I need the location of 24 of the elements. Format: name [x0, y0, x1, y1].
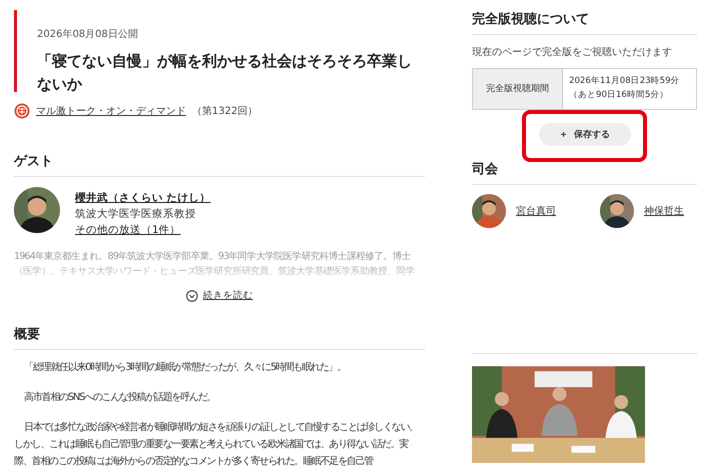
viewing-note: 現在のページで完全版をご視聴いただけます — [472, 46, 673, 59]
publish-date: 2026年08月08日公開 — [37, 28, 139, 41]
summary-paragraph: 「総理就任以来0時間から3時間の睡眠が常態だったが、久々に5時間も眠れた」。 — [23, 360, 347, 375]
summary-paragraph: 高市首相のSNSへのこんな投稿が話題を呼んだ。 — [23, 390, 216, 405]
guest-name-link[interactable]: 櫻井武（さくらい たけし） — [75, 191, 211, 205]
section-heading: 概要 — [14, 320, 425, 350]
guest-affiliation: 筑波大学医学医療系教授 — [75, 207, 197, 221]
episode-number: （第1322回） — [192, 105, 258, 118]
chevron-down-icon — [186, 290, 198, 302]
other-broadcasts-link[interactable]: その他の放送（1件） — [75, 223, 211, 237]
section-heading: 司会 — [472, 160, 697, 185]
read-more-link[interactable]: 続きを読む — [186, 289, 253, 302]
program-link[interactable]: マル激トーク・オン・ディマンド — [36, 104, 186, 118]
article-title: 「寝てない自慢」が幅を利かせる社会はそろそろ卒業しないか — [37, 51, 413, 95]
period-value: 2026年11月08日23時59分 （あと90日16時間5分） — [568, 75, 681, 102]
period-label: 完全版視聴期間 — [473, 69, 563, 109]
summary-paragraph: 日本では多忙な政治家や経営者が睡眠時間の短さを頑張りの証しとして自慢することは珍しくない。しかし、これは睡眠も自己管理の重要な一要素と考えられている欧米諸国では、あり得ない話だ。実際、首相のこの投稿には海外からの否定的なコメントが多く寄せられた。睡眠不足を自己管 — [14, 420, 419, 469]
save-button[interactable]: ＋ 保存する — [538, 123, 630, 146]
section-heading: 完全版視聴について — [472, 10, 697, 35]
program-logo-icon — [14, 103, 30, 119]
host-name-link[interactable]: 神保哲生 — [644, 204, 684, 218]
guest-bio: 1964年東京都生まれ。89年筑波大学医学部卒業。93年同学大学院医学研究科博士課程修了。博士（医学）。テキサス大学ハワード・ヒューズ医学研究所研究員、筑波大学基礎医学系助教授、同学 — [14, 250, 416, 279]
section-heading: ゲスト — [14, 147, 425, 177]
host-name-link[interactable]: 宮台真司 — [516, 204, 556, 218]
